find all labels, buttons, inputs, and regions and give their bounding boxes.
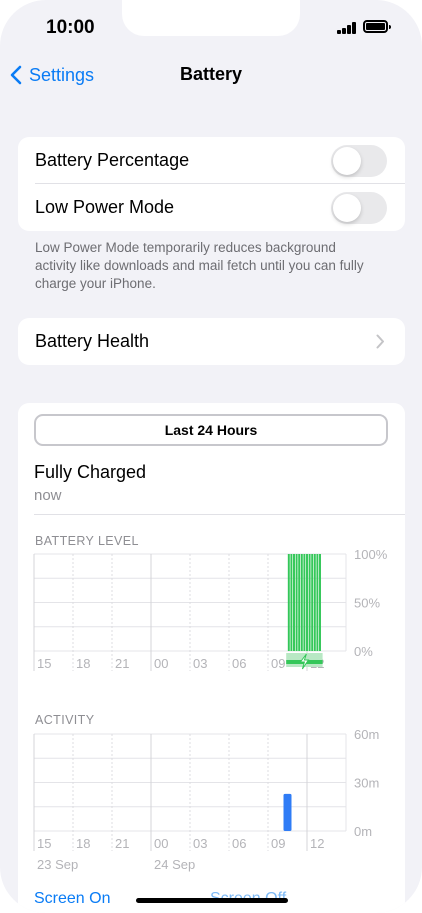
x-tick-label: 09 bbox=[271, 656, 285, 671]
battery-level-bar bbox=[308, 554, 311, 651]
x-tick-label: 15 bbox=[37, 836, 51, 851]
battery-level-bar bbox=[293, 554, 295, 651]
battery-level-bar bbox=[311, 554, 314, 651]
battery-level-bar bbox=[290, 554, 293, 651]
y-tick-label: 30m bbox=[354, 776, 379, 791]
x-tick-label: 03 bbox=[193, 656, 207, 671]
x-tick-label: 09 bbox=[271, 836, 285, 851]
x-tick-label: 00 bbox=[154, 656, 168, 671]
home-indicator bbox=[136, 898, 288, 903]
battery-level-bar bbox=[300, 554, 303, 651]
y-tick-label: 0m bbox=[354, 824, 372, 839]
battery-level-bar bbox=[316, 554, 319, 651]
y-tick-label: 60m bbox=[354, 727, 379, 742]
battery-level-bar bbox=[298, 554, 301, 651]
y-tick-label: 0% bbox=[354, 644, 373, 659]
x-tick-label: 12 bbox=[310, 836, 324, 851]
battery-level-bar bbox=[295, 554, 298, 651]
legend-screen-on: Screen On bbox=[34, 890, 111, 907]
date-label: 23 Sep bbox=[37, 857, 78, 872]
x-tick-label: 21 bbox=[115, 656, 129, 671]
activity-bar bbox=[283, 793, 292, 831]
x-tick-label: 18 bbox=[76, 836, 90, 851]
x-tick-label: 18 bbox=[76, 656, 90, 671]
x-tick-label: 03 bbox=[193, 836, 207, 851]
x-tick-label: 15 bbox=[37, 656, 51, 671]
x-tick-label: 06 bbox=[232, 836, 246, 851]
battery-level-bar bbox=[303, 554, 306, 651]
phone-screen: 10:00 Settings Battery Battery Percentag… bbox=[0, 0, 422, 913]
battery-level-bar bbox=[306, 554, 308, 651]
battery-level-bar bbox=[287, 554, 290, 651]
x-tick-label: 06 bbox=[232, 656, 246, 671]
x-tick-label: 00 bbox=[154, 836, 168, 851]
battery-level-bar bbox=[319, 554, 321, 651]
battery-level-bar bbox=[313, 554, 316, 651]
y-tick-label: 100% bbox=[354, 547, 388, 562]
usage-charts: 1518210003060912100%50%0%151821000306091… bbox=[33, 547, 388, 872]
date-label: 24 Sep bbox=[154, 857, 195, 872]
y-tick-label: 50% bbox=[354, 596, 380, 611]
x-tick-label: 21 bbox=[115, 836, 129, 851]
